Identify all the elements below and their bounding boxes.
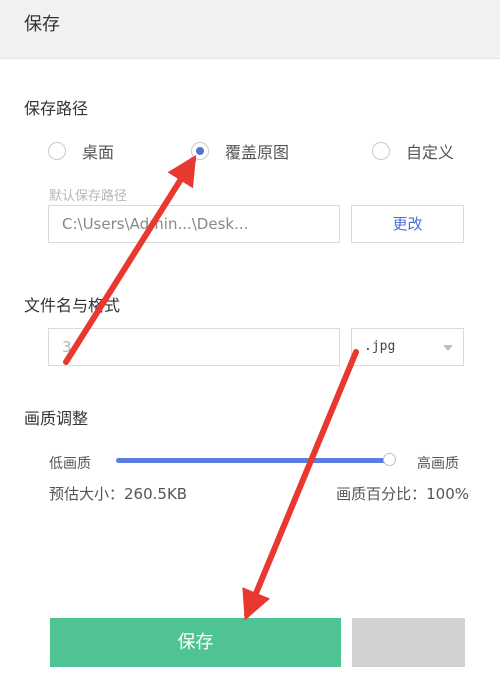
quality-slider-fill xyxy=(116,458,390,463)
chevron-down-icon[interactable] xyxy=(443,345,453,351)
change-path-button[interactable]: 更改 xyxy=(351,205,464,243)
quality-slider-handle[interactable] xyxy=(383,453,396,466)
radio-custom-label[interactable]: 自定义 xyxy=(406,139,454,163)
save-path-input[interactable]: C:\Users\Admin...\Desk... xyxy=(48,205,340,243)
default-path-label: 默认保存路径 xyxy=(49,189,128,204)
save-path-heading: 保存路径 xyxy=(24,99,89,118)
quality-percent-text: 画质百分比：100% xyxy=(336,485,469,503)
radio-overwrite[interactable]: 覆盖原图 xyxy=(191,138,289,164)
dialog-title: 保存 xyxy=(24,14,60,35)
format-select[interactable]: .jpg xyxy=(351,328,464,366)
radio-custom[interactable]: 自定义 xyxy=(372,138,454,164)
radio-overwrite-circle[interactable] xyxy=(191,142,209,160)
high-quality-label: 高画质 xyxy=(417,456,459,472)
quality-slider[interactable] xyxy=(116,453,396,466)
file-name-input[interactable]: 3 xyxy=(48,328,340,366)
save-path-options: 桌面 覆盖原图 自定义 xyxy=(48,138,478,164)
radio-overwrite-label[interactable]: 覆盖原图 xyxy=(225,139,289,163)
format-select-value: .jpg xyxy=(364,339,396,354)
title-bar: 保存 xyxy=(0,0,500,59)
low-quality-label: 低画质 xyxy=(49,456,91,472)
radio-desktop-label[interactable]: 桌面 xyxy=(82,139,114,163)
cancel-button[interactable] xyxy=(352,618,465,667)
quality-heading: 画质调整 xyxy=(24,409,89,428)
radio-desktop[interactable]: 桌面 xyxy=(48,138,114,164)
radio-custom-circle[interactable] xyxy=(372,142,390,160)
radio-desktop-circle[interactable] xyxy=(48,142,66,160)
save-button[interactable]: 保存 xyxy=(50,618,341,667)
estimated-size-text: 预估大小：260.5KB xyxy=(49,485,188,503)
file-name-format-heading: 文件名与格式 xyxy=(24,296,121,315)
